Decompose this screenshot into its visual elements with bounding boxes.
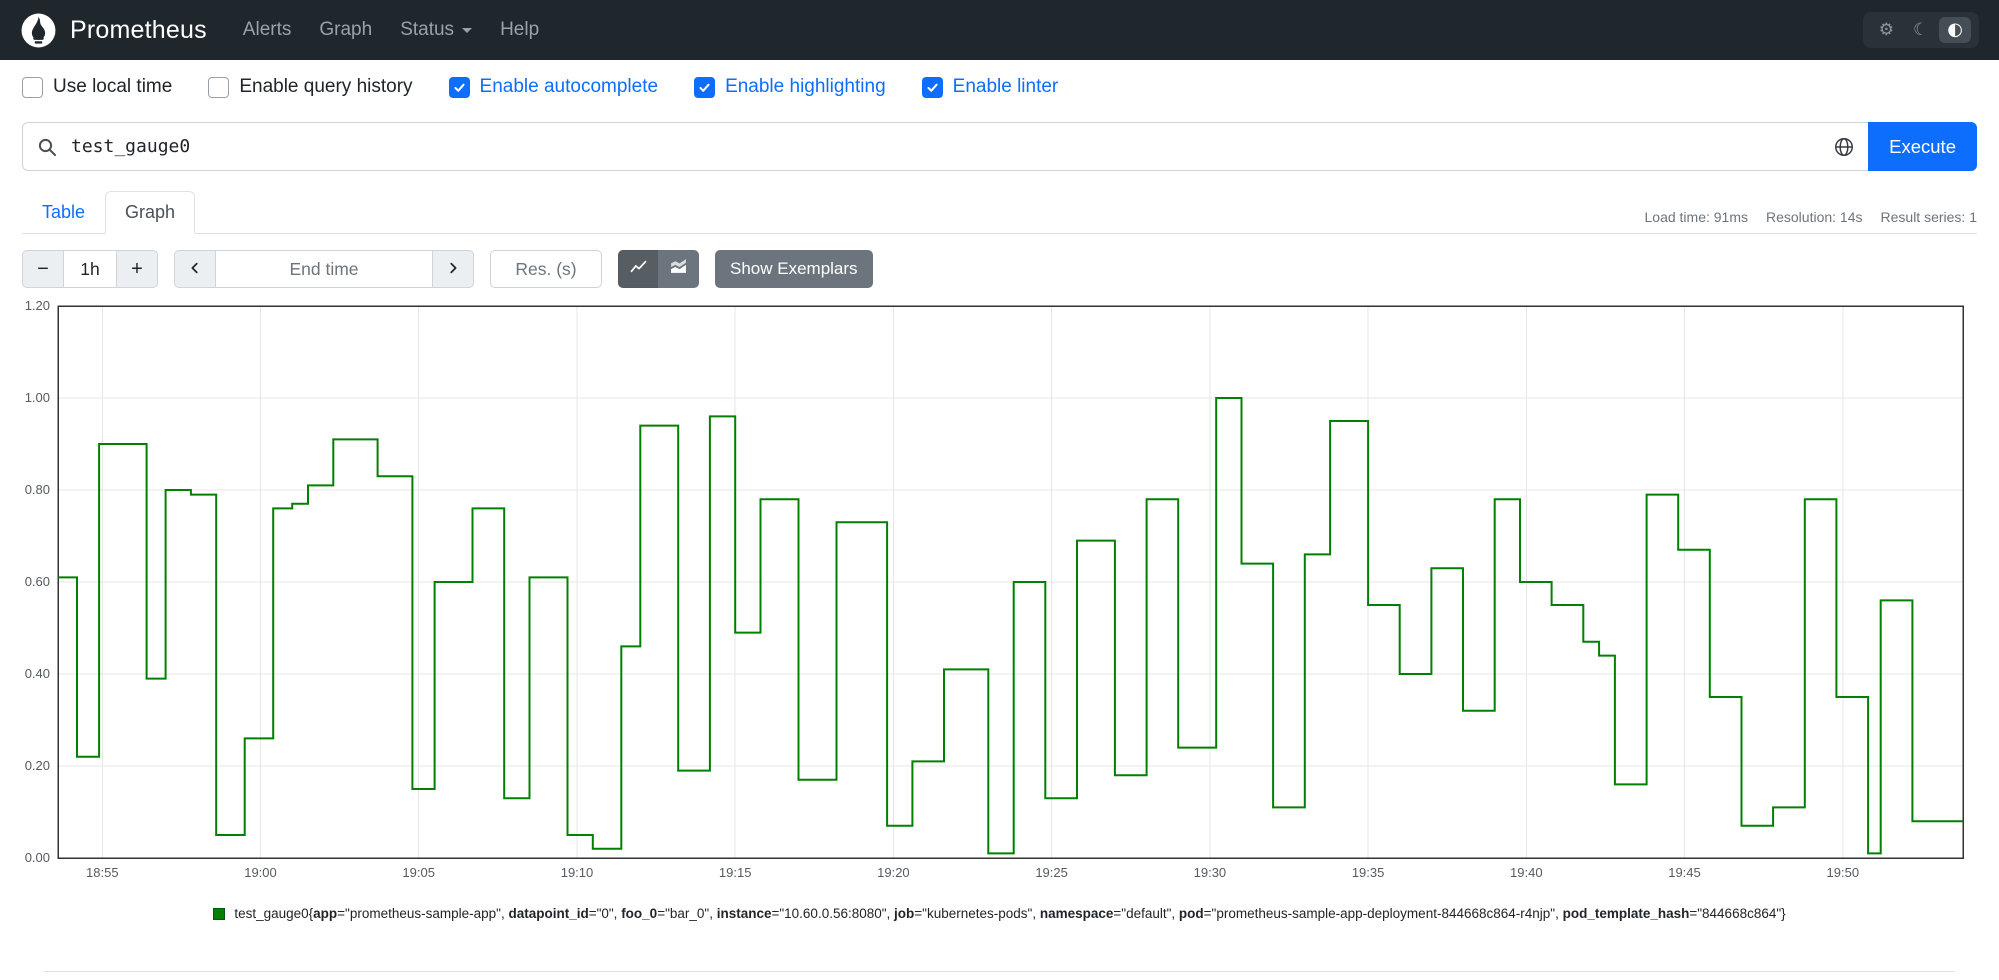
query-stats: Load time: 91ms Resolution: 14s Result s… bbox=[1645, 209, 1978, 233]
checkbox-enable-highlighting[interactable]: Enable highlighting bbox=[694, 76, 886, 98]
svg-text:19:05: 19:05 bbox=[402, 865, 435, 880]
brand-link[interactable]: Prometheus bbox=[20, 12, 207, 49]
checkbox-label: Use local time bbox=[53, 76, 173, 97]
execute-button[interactable]: Execute bbox=[1868, 122, 1977, 171]
chevron-right-icon bbox=[446, 258, 460, 281]
legend-series-label: test_gauge0{app="prometheus-sample-app",… bbox=[234, 906, 1786, 921]
moon-icon[interactable]: ☾ bbox=[1905, 18, 1936, 42]
svg-text:1.00: 1.00 bbox=[25, 390, 50, 405]
svg-text:18:55: 18:55 bbox=[86, 865, 119, 880]
svg-text:19:50: 19:50 bbox=[1827, 865, 1860, 880]
range-decrease-button[interactable]: − bbox=[22, 250, 64, 288]
resolution-input[interactable] bbox=[490, 250, 602, 288]
range-input[interactable] bbox=[63, 250, 117, 288]
checkbox-box bbox=[921, 76, 943, 98]
query-bar: Execute bbox=[22, 122, 1977, 171]
chevron-left-icon bbox=[188, 258, 202, 281]
load-time-stat: Load time: 91ms bbox=[1644, 209, 1749, 225]
nav-item-graph[interactable]: Graph bbox=[319, 19, 372, 41]
chevron-down-icon bbox=[462, 27, 473, 33]
series-legend[interactable]: test_gauge0{app="prometheus-sample-app",… bbox=[22, 906, 1977, 921]
svg-text:19:00: 19:00 bbox=[244, 865, 277, 880]
line-chart-toggle-button[interactable] bbox=[618, 250, 659, 288]
stacked-chart-icon bbox=[670, 258, 687, 280]
svg-text:0.40: 0.40 bbox=[25, 666, 50, 681]
contrast-icon[interactable]: ◐ bbox=[1939, 17, 1971, 43]
svg-text:19:30: 19:30 bbox=[1194, 865, 1227, 880]
theme-toggle-group: ⚙ ☾ ◐ bbox=[1862, 12, 1979, 48]
svg-text:19:35: 19:35 bbox=[1352, 865, 1385, 880]
query-input[interactable] bbox=[71, 123, 1821, 170]
chart-type-toggle-group bbox=[618, 250, 699, 288]
svg-text:1.20: 1.20 bbox=[25, 300, 50, 313]
graph-controls: − + Show Exemplars bbox=[22, 250, 1977, 288]
range-group: − + bbox=[22, 250, 158, 288]
nav-item-alerts[interactable]: Alerts bbox=[243, 19, 292, 41]
metrics-explorer-icon[interactable] bbox=[1820, 123, 1868, 170]
graph-svg[interactable]: 0.00 0.20 0.40 0.60 0.80 1.00 1.20 18:55 19:00 19… bbox=[22, 300, 1977, 884]
nav-item-help[interactable]: Help bbox=[500, 19, 539, 41]
line-chart-icon bbox=[630, 258, 647, 280]
page-title: Prometheus bbox=[70, 15, 207, 44]
checkbox-box bbox=[22, 76, 43, 98]
checkbox-label: Enable highlighting bbox=[725, 76, 886, 97]
search-icon bbox=[23, 123, 71, 170]
checkbox-label: Enable query history bbox=[239, 76, 413, 97]
time-back-button[interactable] bbox=[174, 250, 216, 288]
options-row: Use local time Enable query history Enab… bbox=[0, 60, 1999, 108]
range-increase-button[interactable]: + bbox=[116, 250, 158, 288]
graph-panel: 0.00 0.20 0.40 0.60 0.80 1.00 1.20 18:55 19:00 19… bbox=[22, 300, 1977, 972]
svg-text:19:20: 19:20 bbox=[877, 865, 910, 880]
end-time-input[interactable] bbox=[215, 250, 433, 288]
svg-text:0.60: 0.60 bbox=[25, 574, 50, 589]
settings-icon[interactable]: ⚙ bbox=[1871, 18, 1902, 42]
result-series-stat: Result series: 1 bbox=[1880, 209, 1977, 225]
svg-text:19:45: 19:45 bbox=[1668, 865, 1701, 880]
tab-graph[interactable]: Graph bbox=[105, 191, 196, 234]
svg-text:19:15: 19:15 bbox=[719, 865, 752, 880]
checkbox-label: Enable linter bbox=[952, 76, 1059, 97]
panel-bottom-divider bbox=[44, 971, 1955, 972]
svg-text:0.20: 0.20 bbox=[25, 758, 50, 773]
time-forward-button[interactable] bbox=[432, 250, 474, 288]
legend-swatch bbox=[213, 908, 226, 920]
checkbox-box bbox=[208, 76, 230, 98]
checkbox-box bbox=[448, 76, 470, 98]
checkbox-box bbox=[694, 76, 716, 98]
checkbox-use-local-time[interactable]: Use local time bbox=[22, 76, 172, 98]
svg-text:0.80: 0.80 bbox=[25, 482, 50, 497]
prometheus-logo-icon bbox=[20, 12, 57, 49]
stacked-chart-toggle-button[interactable] bbox=[658, 250, 699, 288]
time-group bbox=[174, 250, 474, 288]
nav-item-status-label: Status bbox=[400, 19, 455, 40]
nav-item-status[interactable]: Status bbox=[400, 19, 473, 41]
svg-text:19:40: 19:40 bbox=[1510, 865, 1543, 880]
svg-text:19:10: 19:10 bbox=[561, 865, 594, 880]
result-tabs: Table Graph Load time: 91ms Resolution: … bbox=[22, 191, 1977, 234]
svg-text:19:25: 19:25 bbox=[1035, 865, 1068, 880]
checkbox-enable-autocomplete[interactable]: Enable autocomplete bbox=[448, 76, 659, 98]
tab-table[interactable]: Table bbox=[22, 191, 105, 234]
checkbox-enable-query-history[interactable]: Enable query history bbox=[208, 76, 413, 98]
navbar: Prometheus Alerts Graph Status Help ⚙ ☾ … bbox=[0, 0, 1999, 60]
resolution-stat: Resolution: 14s bbox=[1766, 209, 1863, 225]
svg-text:0.00: 0.00 bbox=[25, 850, 50, 865]
checkbox-label: Enable autocomplete bbox=[479, 76, 659, 97]
show-exemplars-button[interactable]: Show Exemplars bbox=[715, 250, 873, 288]
checkbox-enable-linter[interactable]: Enable linter bbox=[921, 76, 1059, 98]
query-input-group: Execute bbox=[22, 122, 1977, 171]
